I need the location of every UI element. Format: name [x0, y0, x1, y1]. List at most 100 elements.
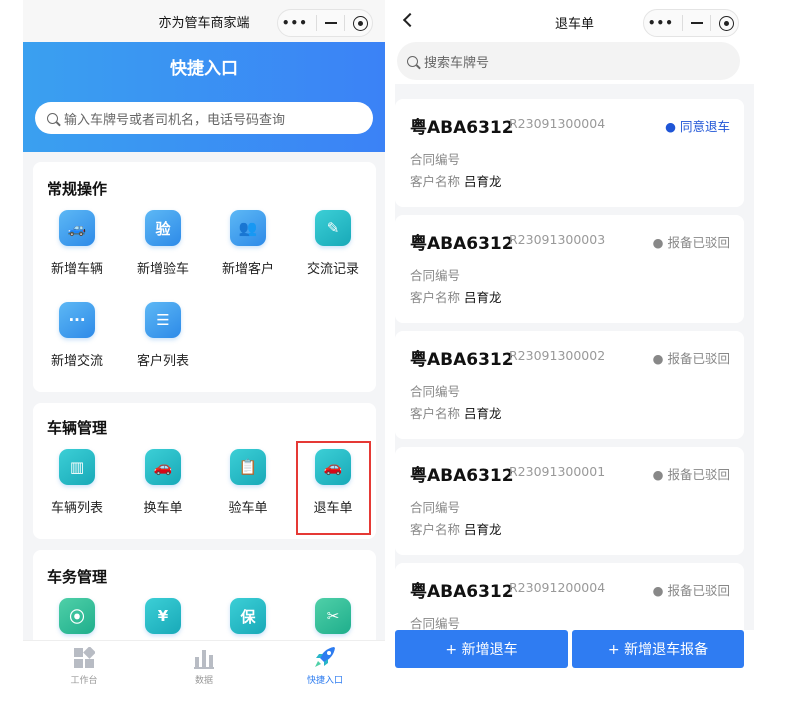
return-order-card[interactable]: 粤ABA6312 R23091300001 ● 报备已驳回合同编号客户名称 吕育龙 — [395, 447, 744, 555]
more-icon[interactable]: ••• — [282, 16, 308, 30]
plate-search-input[interactable]: 搜索车牌号 — [397, 42, 740, 80]
workbench-icon — [39, 647, 129, 669]
tile-traffic[interactable]: ⦿ — [37, 598, 117, 634]
tile-label: 新增验车 — [136, 262, 189, 277]
tile-label: 客户列表 — [136, 354, 189, 369]
customer-label: 客户名称 — [410, 174, 461, 189]
hero-banner: 快捷入口 输入车牌号或者司机名，电话号码查询 — [23, 42, 385, 152]
rocket-icon — [280, 647, 370, 669]
customer-label: 客户名称 — [410, 290, 461, 305]
tab-label: 快捷入口 — [306, 676, 343, 686]
tab-label: 数据 — [194, 676, 213, 686]
clipboard-icon: 📋 — [230, 449, 266, 485]
return-car-list-screen: 退车单 ••• 搜索车牌号 粤ABA6312 R23091300004 ● 同意退车… — [395, 0, 754, 690]
tile-add-vehicle[interactable]: 🚙 新增车辆 — [37, 210, 117, 277]
close-icon[interactable] — [353, 15, 369, 31]
mini-program-capsule: ••• — [277, 9, 373, 37]
tile-customer-list[interactable]: ☰ 客户列表 — [123, 302, 203, 369]
capsule-divider — [710, 15, 712, 31]
plate-number: 粤ABA6312 — [410, 466, 514, 486]
tile-label: 验车单 — [228, 501, 268, 516]
tile-label: 交流记录 — [306, 262, 359, 277]
tab-data[interactable]: 数据 — [159, 647, 249, 686]
customer-name: 吕育龙 — [464, 406, 502, 421]
tab-quick-entry[interactable]: 快捷入口 — [280, 647, 370, 686]
tile-maintenance[interactable]: ✂ — [293, 598, 373, 634]
add-return-button[interactable]: + 新增退车 — [395, 630, 568, 668]
return-order-card[interactable]: 粤ABA6312 R23091300003 ● 报备已驳回 合同编号 客户名称 吕育龙 — [395, 215, 744, 323]
chart-icon: ▥ — [59, 449, 95, 485]
tab-label: 工作台 — [70, 676, 98, 686]
section-vehicle-management: 车辆管理 ▥ 车辆列表 🚗 换车单 📋 验车单 🚗 退车单 — [33, 403, 376, 539]
close-icon[interactable] — [719, 15, 735, 31]
order-code: R23091200004 — [509, 580, 606, 595]
contract-label: 合同编号 — [410, 384, 461, 399]
tile-label: 新增交流 — [50, 354, 103, 369]
tile-swap-car-order[interactable]: 🚗 换车单 — [123, 449, 203, 516]
customer-row: 客户名称 吕育龙 — [410, 287, 502, 306]
section-routine-operations: 常规操作 🚙 新增车辆 验 新增验车 👥 新增客户 ✎ 交流记录 ··· 新增交… — [33, 162, 376, 392]
search-icon — [407, 55, 418, 67]
search-input[interactable]: 输入车牌号或者司机名，电话号码查询 — [35, 102, 373, 134]
bottom-action-bar: + 新增退车 + 新增退车报备 — [395, 630, 754, 690]
customer-name: 吕育龙 — [464, 174, 502, 189]
quick-entry-screen: 亦为管车商家端 ••• 快捷入口 输入车牌号或者司机名，电话号码查询 常规操作 … — [23, 0, 385, 690]
customer-label: 客户名称 — [410, 522, 461, 537]
status-badge: ● 报备已驳回 — [652, 467, 730, 482]
minimize-icon[interactable] — [690, 22, 703, 24]
customer-name: 吕育龙 — [464, 290, 502, 305]
customer-row: 客户名称 吕育龙 — [410, 403, 502, 422]
order-code: R23091300001 — [509, 464, 606, 479]
note-icon: ✎ — [315, 210, 351, 246]
page-title: 快捷入口 — [170, 59, 238, 79]
status-badge: ● 同意退车 — [665, 119, 730, 134]
more-icon[interactable]: ••• — [648, 16, 674, 30]
capsule-divider — [681, 15, 683, 31]
list-icon: ☰ — [145, 302, 181, 338]
insurance-icon: 保 — [230, 598, 266, 634]
search-placeholder: 输入车牌号或者司机名，电话号码查询 — [64, 112, 286, 128]
plate-number: 粤ABA6312 — [410, 234, 514, 254]
section-title: 常规操作 — [47, 180, 108, 198]
tile-vehicle-list[interactable]: ▥ 车辆列表 — [37, 449, 117, 516]
bottom-tab-bar: 工作台 数据 快捷入口 — [23, 640, 385, 690]
section-title: 车辆管理 — [47, 419, 108, 437]
plate-number: 粤ABA6312 — [410, 582, 514, 602]
tile-fees[interactable]: ¥ — [123, 598, 203, 634]
data-icon — [159, 647, 249, 669]
tile-communication-records[interactable]: ✎ 交流记录 — [293, 210, 373, 277]
car-icon: 🚙 — [59, 210, 95, 246]
return-order-card[interactable]: 粤ABA6312 R23091300004 ● 同意退车 合同编号 客户名称 吕育龙 — [395, 99, 744, 207]
tile-label: 换车单 — [143, 501, 183, 516]
customer-name: 吕育龙 — [464, 522, 502, 537]
status-badge: ● 报备已驳回 — [652, 235, 730, 250]
tools-icon: ✂ — [315, 598, 351, 634]
plate-number: 粤ABA6312 — [410, 350, 514, 370]
tile-add-communication[interactable]: ··· 新增交流 — [37, 302, 117, 369]
return-order-card[interactable]: 粤ABA6312 R23091300002 ● 报备已驳回合同编号客户名称 吕育龙 — [395, 331, 744, 439]
tile-label: 新增车辆 — [50, 262, 103, 277]
customer-row: 客户名称 吕育龙 — [410, 519, 502, 538]
order-code: R23091300003 — [509, 232, 606, 247]
inspect-icon: 验 — [145, 210, 181, 246]
tile-label: 新增客户 — [221, 262, 274, 277]
add-return-report-button[interactable]: + 新增退车报备 — [572, 630, 744, 668]
minimize-icon[interactable] — [324, 22, 337, 24]
status-badge: ● 报备已驳回 — [652, 351, 730, 366]
tile-add-inspection[interactable]: 验 新增验车 — [123, 210, 203, 277]
section-title: 车务管理 — [47, 568, 108, 586]
chat-icon: ··· — [59, 302, 95, 338]
tile-inspection-order[interactable]: 📋 验车单 — [208, 449, 288, 516]
swap-car-icon: 🚗 — [145, 449, 181, 485]
order-code: R23091300004 — [509, 116, 606, 131]
contract-label: 合同编号 — [410, 500, 461, 515]
order-code: R23091300002 — [509, 348, 606, 363]
tile-add-customer[interactable]: 👥 新增客户 — [208, 210, 288, 277]
traffic-light-icon: ⦿ — [59, 598, 95, 634]
customer-row: 客户名称 吕育龙 — [410, 171, 502, 190]
search-icon — [47, 112, 58, 124]
mini-program-capsule: ••• — [643, 9, 739, 37]
tile-insurance[interactable]: 保 — [208, 598, 288, 634]
tab-workbench[interactable]: 工作台 — [39, 647, 129, 686]
tile-label: 车辆列表 — [50, 501, 103, 516]
